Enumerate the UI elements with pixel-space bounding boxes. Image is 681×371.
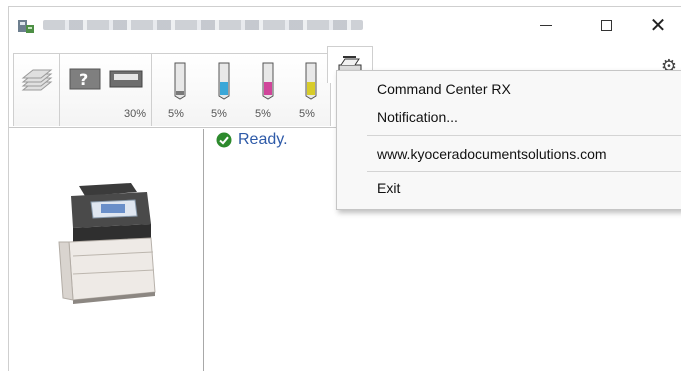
menu-item-command-center-rx[interactable]: Command Center RX — [377, 81, 511, 97]
toner-yellow-percent: 5% — [299, 108, 315, 120]
check-circle-icon — [216, 132, 232, 148]
context-menu: Command Center RX Notification... www.ky… — [336, 70, 681, 210]
duplex-percent: 30% — [123, 108, 146, 120]
toner-cyan-percent: 5% — [211, 108, 227, 120]
toner-magenta-percent: 5% — [255, 108, 271, 120]
close-button[interactable]: ✕ — [635, 7, 681, 43]
status-text: Ready. — [238, 131, 288, 148]
app-icon — [18, 20, 34, 33]
status-indicator: Ready. — [216, 131, 288, 149]
toner-magenta-icon — [262, 62, 274, 100]
toner-black-percent: 5% — [168, 108, 184, 120]
maximize-button[interactable] — [583, 7, 629, 43]
menu-item-website-link[interactable]: www.kyoceradocumentsolutions.com — [377, 146, 607, 162]
help-icon: ? — [69, 68, 101, 90]
toner-levels-tab[interactable]: 5% 5% 5% 5% — [151, 53, 331, 126]
menu-separator — [367, 171, 681, 172]
minimize-button[interactable] — [523, 7, 569, 43]
paper-tray-tab[interactable] — [13, 53, 61, 126]
menu-separator — [367, 135, 681, 136]
paper-tray-icon — [109, 70, 143, 88]
printer-image — [58, 183, 156, 304]
toner-cyan-icon — [218, 62, 230, 100]
close-icon: ✕ — [649, 14, 667, 37]
toner-yellow-icon — [305, 62, 317, 100]
maximize-icon — [600, 19, 612, 31]
title-bar[interactable]: ✕ — [9, 7, 681, 43]
menu-item-exit[interactable]: Exit — [377, 180, 400, 196]
svg-text:?: ? — [79, 70, 88, 89]
window-title-redacted — [43, 20, 363, 30]
toner-black-icon — [174, 62, 186, 100]
minimize-icon — [540, 24, 552, 26]
paper-stack-icon — [21, 69, 53, 91]
menu-item-notification[interactable]: Notification... — [377, 109, 458, 125]
device-status-tab[interactable]: ? 30% — [59, 53, 153, 126]
